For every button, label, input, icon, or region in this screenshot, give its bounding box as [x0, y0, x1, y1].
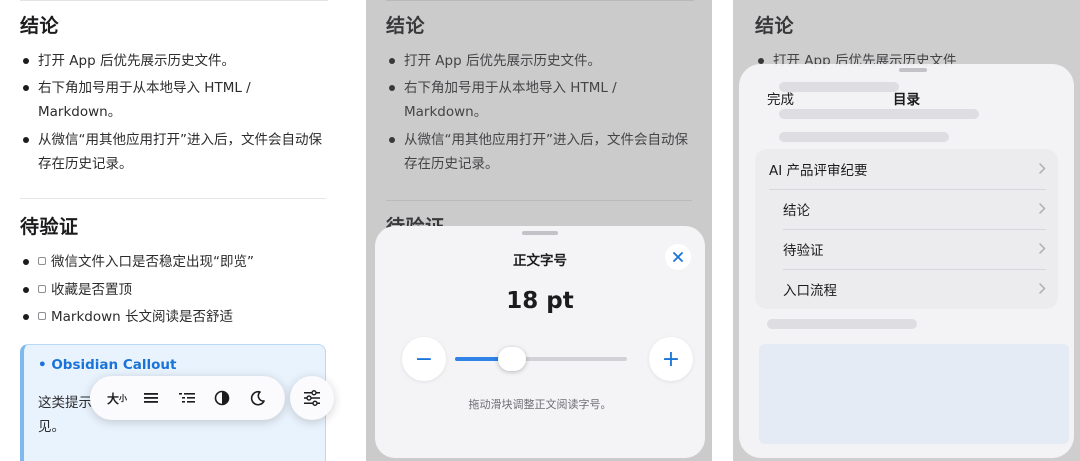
font-size-slider[interactable]: [455, 347, 627, 371]
bullet-icon: [23, 259, 29, 265]
close-button[interactable]: [665, 244, 691, 270]
callout-title: • Obsidian Callout: [38, 357, 177, 373]
contrast-icon: [214, 390, 230, 406]
task-item: Markdown 长文阅读是否舒适: [20, 305, 330, 329]
chevron-right-icon: [1039, 163, 1046, 174]
task-item: 收藏是否置顶: [20, 278, 330, 302]
dark-mode-button[interactable]: [244, 376, 272, 420]
chevron-right-icon: [1039, 243, 1046, 254]
callout-body: 这类提示 见。: [38, 395, 92, 435]
bullet-icon: [23, 58, 29, 64]
checkbox[interactable]: [38, 312, 46, 320]
sheet-title: 正文字号: [513, 253, 567, 269]
blurred-background-text: [779, 82, 899, 92]
list-item: 打开 App 后优先展示历史文件。: [20, 49, 330, 73]
reader-toolbar: 大小: [90, 376, 285, 420]
reader-screen-toc: 结论 打开 App 后优先展示历史文件 完成 目录 AI 产品评审纪要 结论 待…: [733, 0, 1080, 461]
checkbox[interactable]: [38, 257, 46, 265]
increase-font-button[interactable]: +: [649, 337, 693, 381]
font-size-sheet: 正文字号 18 pt − + 拖动滑块调整正文阅读字号。: [375, 226, 705, 458]
chevron-right-icon: [1039, 283, 1046, 294]
dark-mode-icon: [250, 390, 265, 406]
heading-conclusion: 结论: [20, 15, 60, 37]
toc-item[interactable]: AI 产品评审纪要: [755, 149, 1058, 189]
slider-thumb[interactable]: [497, 347, 526, 371]
toc-list: AI 产品评审纪要 结论 待验证 入口流程: [755, 149, 1058, 309]
blurred-callout: [759, 344, 1069, 444]
reader-settings-button[interactable]: [290, 376, 334, 420]
contrast-button[interactable]: [208, 376, 236, 420]
settings-sliders-icon: [304, 390, 320, 406]
font-size-value: 18 pt: [506, 288, 574, 314]
chevron-right-icon: [1039, 203, 1046, 214]
toc-item[interactable]: 结论: [755, 189, 1058, 229]
bullet-icon: [23, 314, 29, 320]
divider: [20, 0, 328, 1]
bullet-icon: [23, 85, 29, 91]
list-item: 从微信“用其他应用打开”进入后，文件会自动保存在历史记录。: [20, 128, 330, 176]
slider-hint: 拖动滑块调整正文阅读字号。: [468, 398, 612, 411]
sheet-grabber[interactable]: [899, 68, 927, 72]
bullet-icon: [23, 137, 29, 143]
line-spacing-icon: [144, 393, 158, 403]
line-spacing-button[interactable]: [137, 376, 165, 420]
list-indent-icon: [179, 393, 195, 403]
heading-pending: 待验证: [20, 216, 79, 238]
decrease-font-button[interactable]: −: [402, 337, 446, 381]
task-item: 微信文件入口是否稳定出现“即览”: [20, 250, 330, 274]
blurred-background-text: [779, 132, 949, 142]
reader-screen-toolbar: 结论 打开 App 后优先展示历史文件。 右下角加号用于从本地导入 HTML /…: [0, 0, 346, 461]
reader-screen-font-size: 结论 打开 App 后优先展示历史文件。 右下角加号用于从本地导入 HTML /…: [366, 0, 712, 461]
toc-sheet: 完成 目录 AI 产品评审纪要 结论 待验证 入口流程: [739, 64, 1074, 458]
checkbox[interactable]: [38, 285, 46, 293]
toc-item[interactable]: 入口流程: [755, 269, 1058, 309]
divider: [20, 198, 326, 199]
close-icon: [673, 252, 683, 262]
list-indent-button[interactable]: [173, 376, 201, 420]
list-item: 右下角加号用于从本地导入 HTML / Markdown。: [20, 76, 330, 124]
toc-item[interactable]: 待验证: [755, 229, 1058, 269]
sheet-grabber[interactable]: [522, 231, 558, 235]
bullet-icon: [23, 287, 29, 293]
blurred-background-text: [767, 319, 917, 329]
blurred-background-text: [779, 109, 979, 119]
font-size-button[interactable]: 大小: [100, 376, 134, 420]
